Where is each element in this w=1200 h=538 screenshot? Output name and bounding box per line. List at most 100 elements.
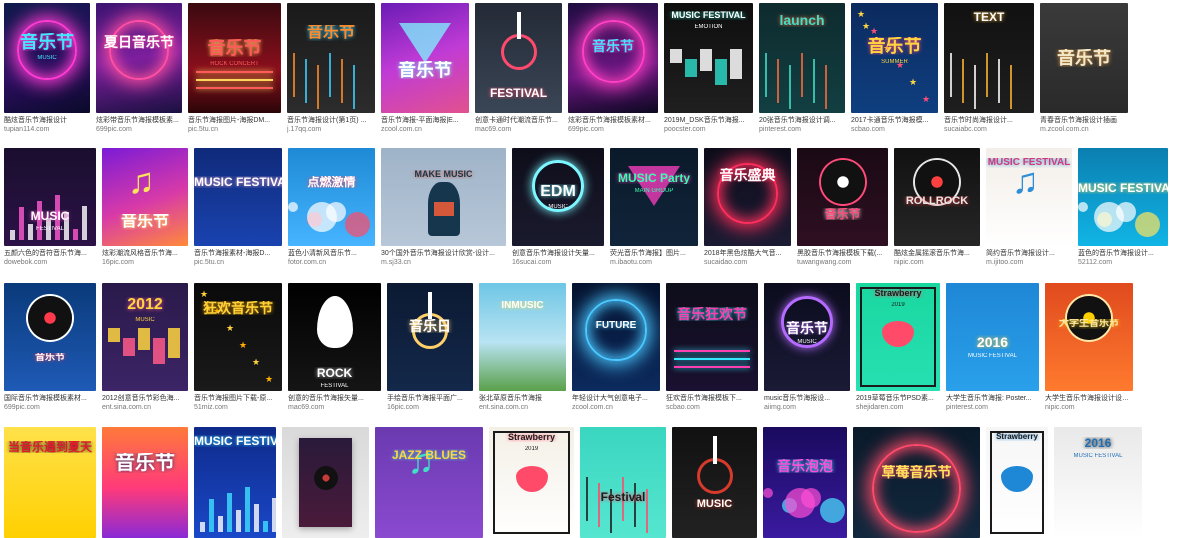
image-caption[interactable]: 炫彩音乐节海报模板素材...: [568, 116, 658, 125]
image-source[interactable]: 16sucai.com: [512, 258, 604, 267]
image-result[interactable]: ♫ JAZZ BLUES: [375, 427, 483, 538]
image-caption[interactable]: 2019草莓音乐节PSD素...: [856, 394, 940, 403]
image-caption[interactable]: 荧光音乐节海报】图片...: [610, 249, 698, 258]
poster-thumbnail[interactable]: TEXT: [944, 3, 1034, 113]
poster-thumbnail[interactable]: MAKE MUSIC: [381, 148, 506, 246]
image-result[interactable]: 大学生音乐节 大学生音乐节海报设计设计... nipic.com: [1045, 283, 1133, 412]
image-result[interactable]: 音乐盛典 2018年黑色炫酷大气音... sucaidao.com: [704, 148, 791, 267]
poster-thumbnail[interactable]: 音乐泡泡: [763, 427, 847, 538]
image-result[interactable]: Strawberry 2019 2019草莓音乐节PSD素... shejidaren…: [856, 283, 940, 412]
image-source[interactable]: m.ibaotu.com: [610, 258, 698, 267]
poster-thumbnail[interactable]: 音乐节: [797, 148, 888, 246]
image-caption[interactable]: 30个国外音乐节海报设计欣赏-设计...: [381, 249, 506, 258]
image-caption[interactable]: 音乐节海报图片下载-原...: [194, 394, 282, 403]
image-source[interactable]: 16pic.com: [102, 258, 188, 267]
image-result[interactable]: Festival: [580, 427, 666, 538]
poster-thumbnail[interactable]: 音乐节 ROCK CONCERT: [188, 3, 281, 113]
image-result[interactable]: ★ ★ ★ ★ ★ ★ ★ 音乐节 SUMMER 2017卡通音乐节海报模... scbao.com: [851, 3, 938, 134]
image-source[interactable]: 699pic.com: [96, 125, 182, 134]
image-result[interactable]: 音乐节 MUSIC 酷炫音乐节海报设计 tupian114.com: [4, 3, 90, 134]
poster-thumbnail[interactable]: 大学生音乐节: [1045, 283, 1133, 391]
image-caption[interactable]: 国际音乐节海报模板素材...: [4, 394, 96, 403]
poster-thumbnail[interactable]: Strawberry: [986, 427, 1048, 538]
image-source[interactable]: dowebok.com: [4, 258, 96, 267]
poster-thumbnail[interactable]: Strawberry 2019: [856, 283, 940, 391]
poster-thumbnail[interactable]: 音乐日: [387, 283, 473, 391]
poster-thumbnail[interactable]: 音乐狂欢节: [666, 283, 758, 391]
image-caption[interactable]: 音乐节海报-平面海报|E...: [381, 116, 469, 125]
image-source[interactable]: sucaidao.com: [704, 258, 791, 267]
image-caption[interactable]: 五颜六色的音符音乐节海...: [4, 249, 96, 258]
poster-thumbnail[interactable]: [282, 427, 369, 538]
image-source[interactable]: pinterest.com: [946, 403, 1039, 412]
image-caption[interactable]: 音乐节时尚海报设计...: [944, 116, 1034, 125]
poster-thumbnail[interactable]: MUSIC FESTIVAL: [1078, 148, 1168, 246]
image-caption[interactable]: 蓝色小清新风音乐节...: [288, 249, 375, 258]
image-caption[interactable]: 大学生音乐节海报: Poster...: [946, 394, 1039, 403]
image-caption[interactable]: 2017卡通音乐节海报模...: [851, 116, 938, 125]
image-source[interactable]: j.17qq.com: [287, 125, 375, 134]
image-result[interactable]: 音乐节 黑胶音乐节海报模板下载(... tuwangwang.com: [797, 148, 888, 267]
poster-thumbnail[interactable]: INMUSIC: [479, 283, 566, 391]
poster-thumbnail[interactable]: 2016 MUSIC FESTIVAL: [1054, 427, 1142, 538]
image-caption[interactable]: 音乐节海报素材-海报D...: [194, 249, 282, 258]
image-source[interactable]: 16pic.com: [387, 403, 473, 412]
poster-thumbnail[interactable]: 音乐节: [287, 3, 375, 113]
image-source[interactable]: pic.5tu.cn: [188, 125, 281, 134]
image-caption[interactable]: 狂欢音乐节海报模板下...: [666, 394, 758, 403]
poster-thumbnail[interactable]: ♫ MUSIC FESTIVAL: [986, 148, 1072, 246]
image-source[interactable]: zcool.com.cn: [381, 125, 469, 134]
image-caption[interactable]: 黑胶音乐节海报模板下载(...: [797, 249, 888, 258]
image-result[interactable]: 2016 MUSIC FESTIVAL: [1054, 427, 1142, 538]
image-result[interactable]: 音乐泡泡: [763, 427, 847, 538]
image-result[interactable]: INMUSIC 张北草原音乐节海报 ent.sina.com.cn: [479, 283, 566, 412]
image-source[interactable]: ent.sina.com.cn: [102, 403, 188, 412]
image-caption[interactable]: 20张音乐节海报设计调...: [759, 116, 845, 125]
image-result[interactable]: 当音乐遇到夏天: [4, 427, 96, 538]
poster-thumbnail[interactable]: 2012 MUSIC: [102, 283, 188, 391]
image-result[interactable]: 音乐节 ROCK CONCERT 音乐节海报图片-海报DM... pic.5tu.cn: [188, 3, 281, 134]
poster-thumbnail[interactable]: ROCK FESTIVAL: [288, 283, 381, 391]
image-caption[interactable]: 2018年黑色炫酷大气音...: [704, 249, 791, 258]
poster-thumbnail[interactable]: ★ ★ ★ ★ ★ ★ ★ 音乐节 SUMMER: [851, 3, 938, 113]
poster-thumbnail[interactable]: 音乐节: [102, 427, 188, 538]
image-result[interactable]: MUSIC FESTIVAL 音乐节海报素材-海报D...pic.5tu.cn: [194, 148, 282, 267]
image-source[interactable]: nipic.com: [894, 258, 980, 267]
poster-thumbnail[interactable]: 音乐节 MUSIC: [4, 3, 90, 113]
image-result[interactable]: 草莓音乐节: [853, 427, 980, 538]
image-result[interactable]: 音乐日 手绘音乐节海报平面广... 16pic.com: [387, 283, 473, 412]
poster-thumbnail[interactable]: ♫ JAZZ BLUES: [375, 427, 483, 538]
poster-thumbnail[interactable]: launch: [759, 3, 845, 113]
image-result[interactable]: 音乐节 音乐节海报设计(第1页) ... j.17qq.com: [287, 3, 375, 134]
poster-thumbnail[interactable]: 2016 MUSIC FESTIVAL: [946, 283, 1039, 391]
image-caption[interactable]: 2012创意音乐节彩色海...: [102, 394, 188, 403]
image-source[interactable]: m.sj33.cn: [381, 258, 506, 267]
poster-thumbnail[interactable]: 音乐节 MUSIC: [764, 283, 850, 391]
poster-thumbnail[interactable]: 当音乐遇到夏天: [4, 427, 96, 538]
image-result[interactable]: FUTURE 年轻设计大气创意电子... zcool.com.cn: [572, 283, 660, 412]
image-result[interactable]: 音乐节 MUSIC music音乐节海报设... aiimg.com: [764, 283, 850, 412]
image-result[interactable]: MUSIC: [672, 427, 757, 538]
image-caption[interactable]: 炫彩潮流风格音乐节海...: [102, 249, 188, 258]
image-result[interactable]: MUSIC FESTIVAL 蓝色的音乐节海报设计... 52112.com: [1078, 148, 1168, 267]
image-caption[interactable]: 炫彩带音乐节海报模板素...: [96, 116, 182, 125]
poster-thumbnail[interactable]: 音乐节: [4, 283, 96, 391]
image-caption[interactable]: music音乐节海报设...: [764, 394, 850, 403]
image-result[interactable]: MUSIC Party MAIN GROUP 荧光音乐节海报】图片... m.ibao…: [610, 148, 698, 267]
image-caption[interactable]: 2019M_DSK音乐节海报...: [664, 116, 753, 125]
image-source[interactable]: nipic.com: [1045, 403, 1133, 412]
poster-thumbnail[interactable]: 音乐盛典: [704, 148, 791, 246]
image-source[interactable]: tupian114.com: [4, 125, 90, 134]
image-result[interactable]: ★ ★ ★ ★ ★ ★ ★ 狂欢音乐节 音乐节海报图片下载-原... 51miz.com: [194, 283, 282, 412]
image-result[interactable]: MAKE MUSIC 30个国外音乐节海报设计欣赏-设计... m.sj33.cn: [381, 148, 506, 267]
image-result[interactable]: MUSIC FESTIVAL: [194, 427, 276, 538]
image-result[interactable]: 音乐节 青春音乐节海报设计插画 m.zcool.com.cn: [1040, 3, 1128, 134]
poster-thumbnail[interactable]: Festival: [580, 427, 666, 538]
image-result[interactable]: 音乐节 音乐节海报-平面海报|E... zcool.com.cn: [381, 3, 469, 134]
image-result[interactable]: ♫ 音乐节 炫彩潮流风格音乐节海... 16pic.com: [102, 148, 188, 267]
poster-thumbnail[interactable]: MUSIC FESTIVAL: [194, 148, 282, 246]
image-caption[interactable]: 酷炫金属摇滚音乐节海...: [894, 249, 980, 258]
image-source[interactable]: mac69.com: [475, 125, 562, 134]
image-result[interactable]: Strawberry: [986, 427, 1048, 538]
image-source[interactable]: 699pic.com: [568, 125, 658, 134]
